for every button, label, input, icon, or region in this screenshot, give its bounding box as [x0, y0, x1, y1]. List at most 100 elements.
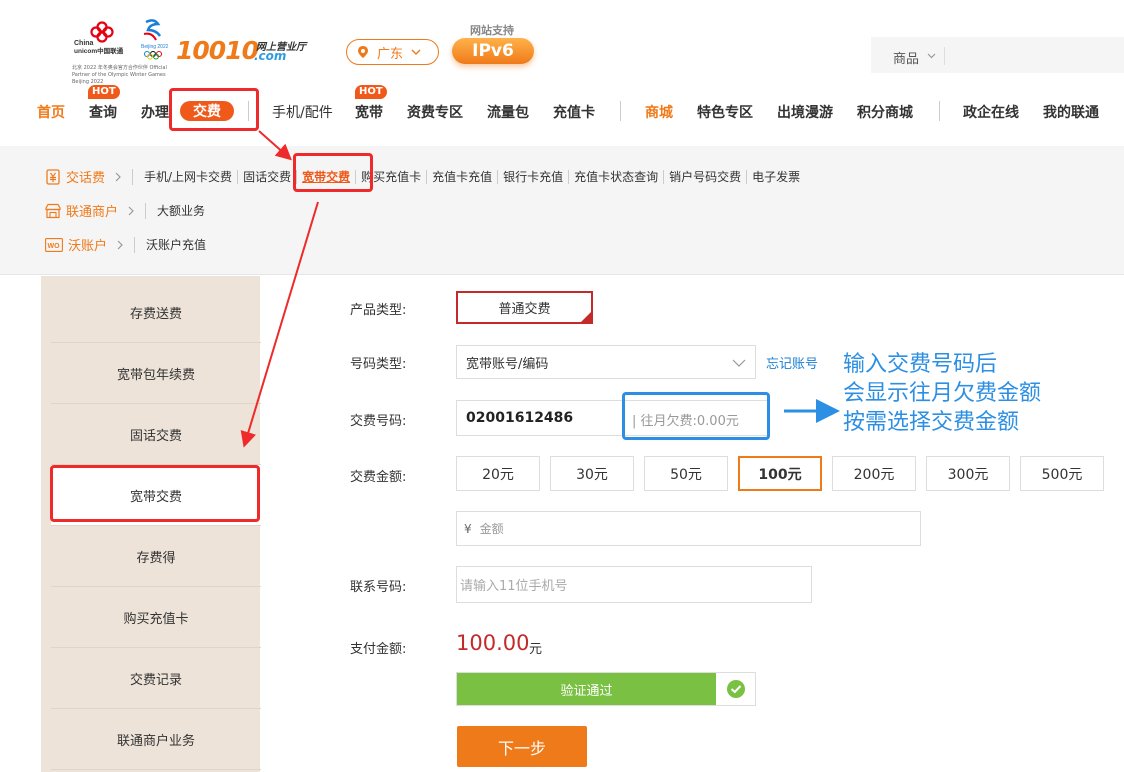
nav-roaming[interactable]: 出境漫游: [777, 102, 833, 122]
product-type-option[interactable]: 普通交费: [456, 291, 593, 324]
hot-badge: HOT: [355, 85, 387, 99]
svg-text:unicom中国联通: unicom中国联通: [74, 46, 124, 55]
nav-recharge-card[interactable]: 充值卡: [553, 102, 595, 122]
verify-slider[interactable]: 验证通过: [456, 672, 756, 706]
pay-number-value: 02001612486: [466, 410, 574, 426]
sidebar-item-buy-card[interactable]: 购买充值卡: [51, 587, 261, 648]
link-bankcard-recharge[interactable]: 银行卡充值: [498, 169, 570, 184]
link-closed-number-pay[interactable]: 销户号码交费: [664, 169, 748, 184]
sidebar-item-merchant[interactable]: 联通商户业务: [51, 709, 261, 770]
nav-phones[interactable]: 手机/配件: [272, 102, 333, 122]
link-card-status[interactable]: 充值卡状态查询: [569, 169, 665, 184]
check-circle-icon: [726, 680, 745, 698]
sidebar-item-pay-records[interactable]: 交费记录: [51, 648, 261, 709]
region-selector[interactable]: 广东: [346, 39, 439, 65]
nav-points-mall[interactable]: 积分商城: [857, 102, 913, 122]
sidebar-item-broadband-renew[interactable]: 宽带包年续费: [51, 343, 261, 404]
logo-domain: .com: [254, 49, 287, 63]
chevron-right-icon: [128, 206, 134, 215]
submenu-row-merchant: 联通商户 大额业务: [45, 201, 210, 220]
nav-broadband[interactable]: 宽带: [355, 102, 383, 122]
category-wo-account[interactable]: 沃账户: [68, 235, 107, 254]
nav-mall[interactable]: 商城: [645, 102, 673, 122]
number-type-select[interactable]: 宽带账号/编码: [456, 345, 756, 379]
ipv6-support-label: 网站支持: [470, 24, 514, 37]
amount-option-20[interactable]: 20元: [456, 456, 540, 491]
divider: [132, 168, 134, 185]
link-mobile-pay[interactable]: 手机/上网卡交费: [139, 169, 239, 184]
product-type-label: 产品类型:: [350, 303, 407, 318]
search-divider: [944, 47, 945, 65]
nav-enterprise[interactable]: 政企在线: [963, 102, 1019, 122]
region-label: 广东: [377, 46, 404, 62]
verify-handle[interactable]: [716, 673, 755, 705]
submenu-row-phone-bill: 交话费 手机/上网卡交费 固话交费 宽带交费 购买充值卡 充值卡充值 银行卡充值…: [45, 167, 805, 186]
pay-submenu: 交话费 手机/上网卡交费 固话交费 宽带交费 购买充值卡 充值卡充值 银行卡充值…: [0, 146, 1124, 275]
nav-divider: [939, 101, 940, 121]
nav-handle[interactable]: 办理: [141, 102, 169, 122]
chevron-right-icon: [115, 172, 121, 181]
amount-label: 交费金额:: [350, 470, 407, 485]
chevron-right-icon: [117, 240, 123, 249]
highlight-sidebar-broadband-pay: [50, 465, 260, 522]
link-wo-recharge[interactable]: 沃账户充值: [141, 238, 211, 252]
nav-query[interactable]: 查询: [89, 102, 117, 122]
amount-option-300[interactable]: 300元: [926, 456, 1010, 491]
amount-option-30[interactable]: 30元: [550, 456, 634, 491]
unicom-logo[interactable]: China unicom中国联通 Beijing 2022 10010 网上营业…: [72, 18, 312, 85]
sidebar-item-deposit-get[interactable]: 存费得: [51, 526, 261, 587]
next-step-button[interactable]: 下一步: [457, 726, 587, 767]
selected-corner-icon: [580, 311, 592, 323]
annotation-line-1: 输入交费号码后: [843, 352, 998, 377]
nav-tariff[interactable]: 资费专区: [407, 102, 463, 122]
amount-option-500[interactable]: 500元: [1020, 456, 1104, 491]
search-bar[interactable]: 商品: [871, 37, 1124, 73]
number-type-label: 号码类型:: [350, 357, 407, 372]
submenu-row-wo-account: WO 沃账户 沃账户充值: [45, 235, 211, 254]
ipv6-badge: IPv6: [452, 38, 534, 64]
yen-icon: ¥: [464, 521, 472, 536]
link-landline-pay[interactable]: 固话交费: [238, 169, 298, 184]
verify-status: 验证通过: [457, 673, 716, 705]
pay-amount-unit: 元: [529, 642, 543, 657]
hot-badge: HOT: [88, 85, 120, 99]
link-card-recharge[interactable]: 充值卡充值: [427, 169, 499, 184]
nav-my-unicom[interactable]: 我的联通: [1043, 102, 1099, 122]
chevron-down-icon: [732, 359, 746, 367]
nav-data-pack[interactable]: 流量包: [487, 102, 529, 122]
link-bulk-business[interactable]: 大额业务: [152, 204, 210, 218]
annotation-line-3: 按需选择交费金额: [843, 410, 1020, 435]
wo-icon-text: WO: [48, 243, 61, 250]
svg-text:Beijing 2022: Beijing 2022: [141, 44, 168, 50]
link-e-invoice[interactable]: 电子发票: [747, 170, 805, 184]
forgot-account-link[interactable]: 忘记账号: [766, 353, 818, 372]
number-type-value: 宽带账号/编码: [466, 356, 549, 372]
nav-featured[interactable]: 特色专区: [697, 102, 753, 122]
contact-number-input[interactable]: 请输入11位手机号: [456, 566, 812, 603]
amount-option-100[interactable]: 100元: [738, 456, 822, 491]
shop-icon: [45, 203, 61, 218]
amount-option-200[interactable]: 200元: [832, 456, 916, 491]
custom-amount-placeholder: 金额: [479, 522, 504, 536]
search-category[interactable]: 商品: [893, 48, 919, 67]
sidebar-item-deposit-bonus[interactable]: 存费送费: [51, 282, 261, 343]
beijing-2022-emblem-icon: Beijing 2022: [141, 19, 168, 60]
chevron-down-icon: [927, 53, 936, 59]
amount-option-50[interactable]: 50元: [644, 456, 728, 491]
sidebar-item-landline-pay[interactable]: 固话交费: [51, 404, 261, 465]
divider: [134, 236, 136, 253]
nav-home[interactable]: 首页: [37, 102, 65, 122]
category-phone-bill[interactable]: 交话费: [66, 167, 105, 186]
pay-number-label: 交费号码:: [350, 414, 407, 429]
logo-10010: 10010: [176, 36, 259, 65]
custom-amount-input[interactable]: ¥ 金额: [456, 511, 921, 546]
unicom-knot-icon: China unicom中国联通: [74, 21, 124, 55]
svg-text:China: China: [74, 40, 94, 47]
pay-amount-value: 100.00: [456, 631, 530, 655]
category-merchant[interactable]: 联通商户: [66, 201, 118, 220]
olympic-partner-note: 北京 2022 年冬奥会官方合作伙伴 Official Partner of t…: [72, 65, 167, 85]
location-pin-icon: [358, 46, 368, 58]
left-sidebar: 存费送费 宽带包年续费 固话交费 宽带交费 存费得 购买充值卡 交费记录 联通商…: [41, 276, 261, 772]
chevron-down-icon: [411, 49, 421, 55]
highlight-arrears: [622, 392, 770, 440]
